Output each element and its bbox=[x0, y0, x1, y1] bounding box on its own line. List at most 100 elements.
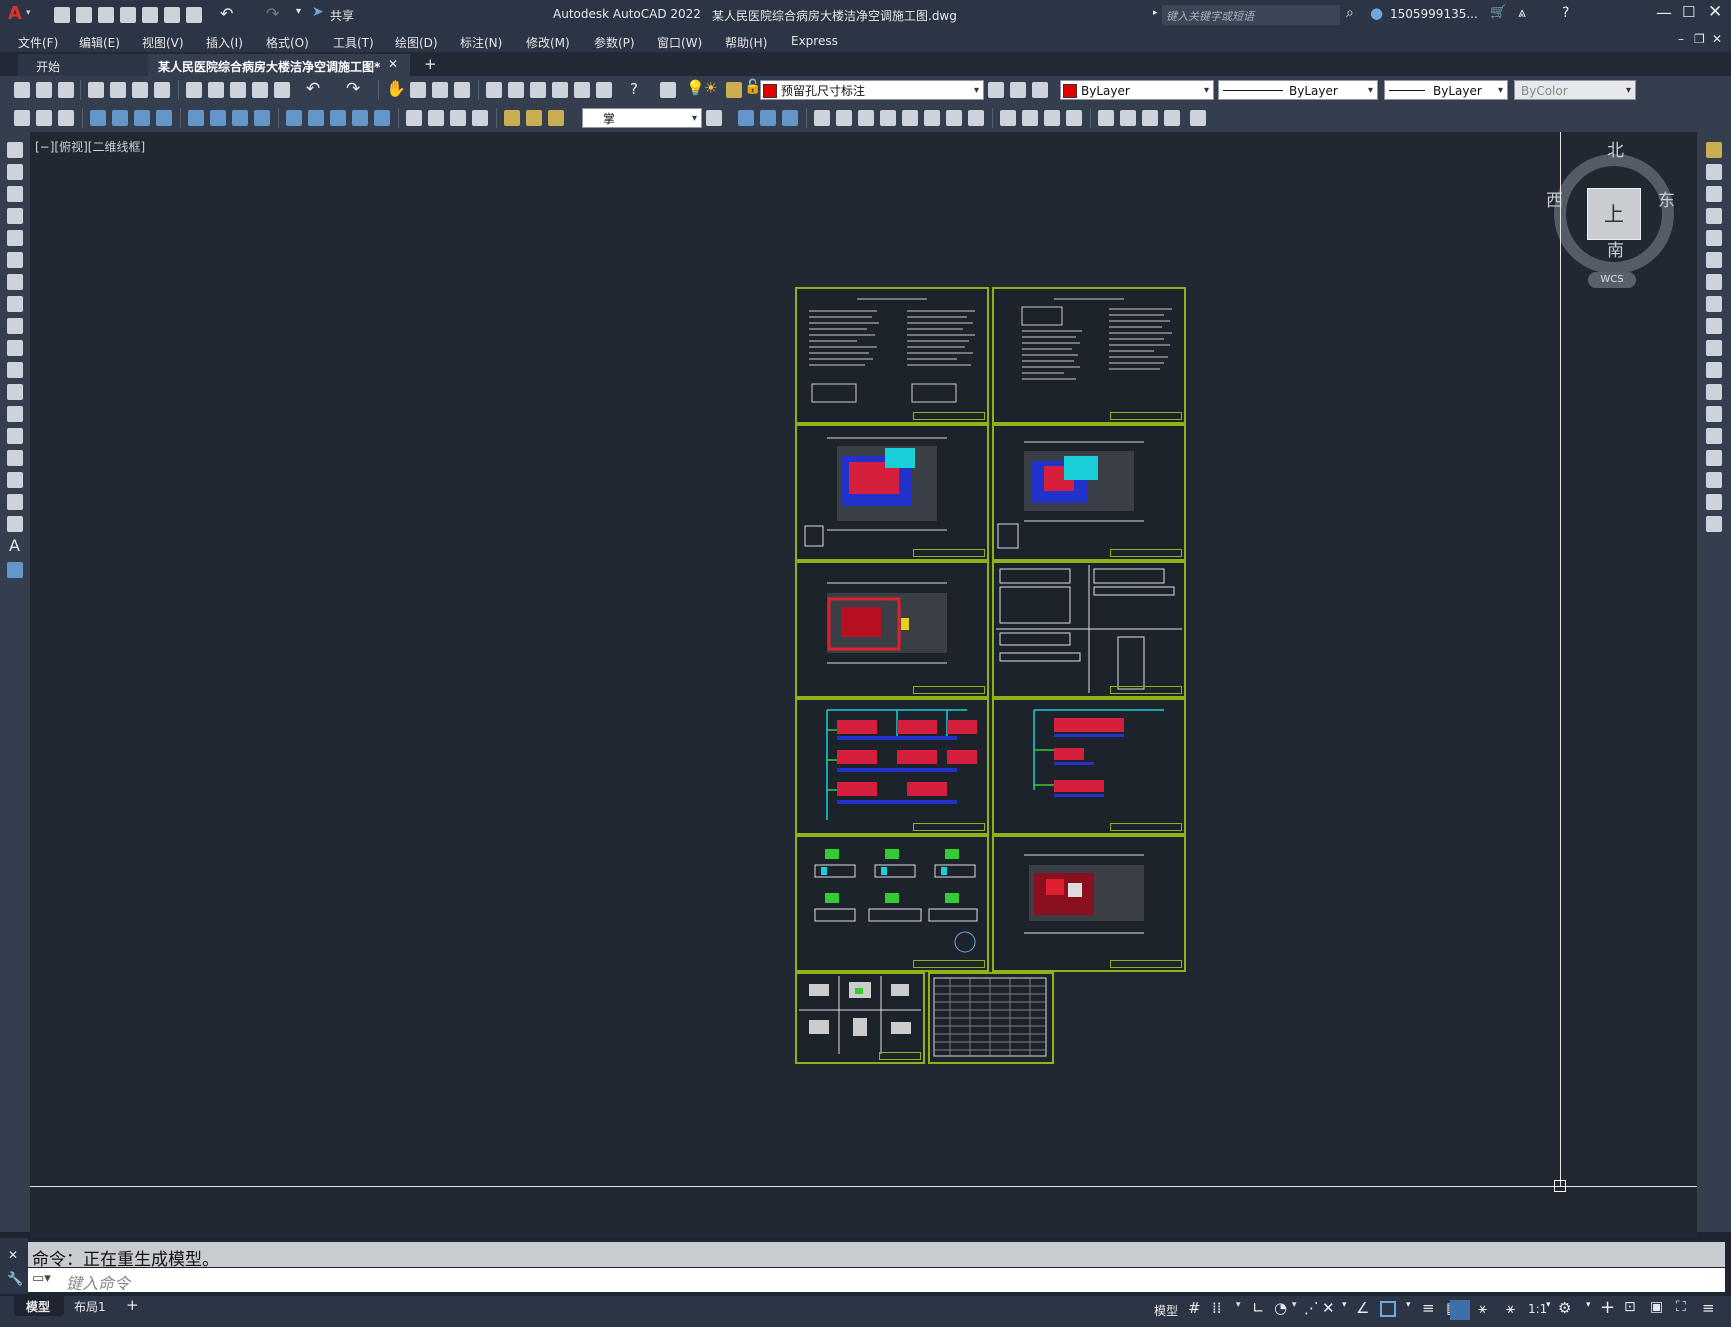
draworder-above-icon[interactable] bbox=[782, 110, 798, 126]
layer-unlock-icon[interactable]: 🔓 bbox=[744, 79, 761, 95]
polyline-icon[interactable] bbox=[7, 186, 23, 202]
block-editor-icon[interactable] bbox=[274, 82, 290, 98]
center-mark-icon[interactable] bbox=[428, 110, 444, 126]
lineweight-icon[interactable]: ∠ bbox=[1356, 1299, 1369, 1317]
sheet-install-details[interactable] bbox=[795, 972, 925, 1064]
modify-icon-9[interactable] bbox=[1098, 110, 1114, 126]
sheet-floor-plan-3[interactable] bbox=[795, 561, 989, 698]
calculator-icon[interactable] bbox=[596, 82, 612, 98]
customize-wrench-icon[interactable]: 🔧 bbox=[7, 1272, 23, 1287]
sheet-system-diagram-2[interactable] bbox=[992, 698, 1186, 835]
add-layout-plus-icon[interactable]: + bbox=[126, 1296, 139, 1314]
modify-icon-12[interactable] bbox=[1164, 110, 1180, 126]
modify-icon-2[interactable] bbox=[924, 110, 940, 126]
polar-icon[interactable]: ◔ bbox=[1274, 1299, 1287, 1317]
redo-icon[interactable]: ↷ bbox=[266, 4, 279, 23]
grid-icon[interactable]: # bbox=[1188, 1299, 1201, 1317]
undo-icon[interactable]: ↶ bbox=[220, 4, 233, 23]
polygon-icon[interactable] bbox=[7, 208, 23, 224]
join-icon[interactable] bbox=[1706, 428, 1722, 444]
dim-style-icon[interactable] bbox=[706, 110, 722, 126]
extend-icon[interactable] bbox=[1706, 362, 1722, 378]
preview-icon[interactable] bbox=[110, 82, 126, 98]
object-snap-icon[interactable] bbox=[1380, 1301, 1396, 1317]
dim-text-edit-icon[interactable] bbox=[526, 110, 542, 126]
search-input[interactable]: 键入关键字或短语 bbox=[1162, 5, 1340, 25]
cut-icon[interactable] bbox=[186, 82, 202, 98]
jogged-linear-icon[interactable] bbox=[472, 110, 488, 126]
continue-dim-icon[interactable] bbox=[330, 110, 346, 126]
open-web-icon[interactable] bbox=[142, 7, 158, 23]
recent-commands-icon[interactable]: ▭▾ bbox=[32, 1271, 51, 1286]
viewcube-top-face[interactable]: 上 bbox=[1587, 188, 1641, 240]
user-name[interactable]: 1505999135... bbox=[1390, 7, 1478, 21]
menu-dimension[interactable]: 标注(N) bbox=[460, 34, 502, 51]
search-icon[interactable]: ⌕ bbox=[1346, 5, 1354, 21]
menu-modify[interactable]: 修改(M) bbox=[526, 34, 570, 51]
viewport-controls-label[interactable]: [−][俯视][二维线框] bbox=[35, 138, 145, 155]
construction-line-icon[interactable] bbox=[7, 164, 23, 180]
select-similar-icon[interactable] bbox=[36, 110, 52, 126]
quick-dim-icon[interactable] bbox=[286, 110, 302, 126]
scale-value[interactable]: 1:1 bbox=[1528, 1302, 1547, 1316]
save-icon[interactable] bbox=[98, 7, 114, 23]
rectangle-icon[interactable] bbox=[7, 230, 23, 246]
chevron-down-icon[interactable]: ▾ bbox=[1236, 1300, 1241, 1310]
modify-icon-4[interactable] bbox=[968, 110, 984, 126]
aligned-dim-icon[interactable] bbox=[112, 110, 128, 126]
tab-model[interactable]: 模型 bbox=[14, 1296, 64, 1316]
autocad-logo[interactable]: A bbox=[8, 3, 22, 24]
share-button[interactable]: 共享 bbox=[330, 7, 354, 24]
redo-tb-icon[interactable]: ↷ bbox=[346, 79, 360, 99]
modify-icon-8[interactable] bbox=[1066, 110, 1082, 126]
quick-properties-status-icon[interactable]: ▣ bbox=[1650, 1299, 1663, 1315]
arc-length-icon[interactable] bbox=[134, 110, 150, 126]
units-icon[interactable]: ⊡ bbox=[1624, 1299, 1636, 1315]
layer-properties-icon[interactable] bbox=[660, 82, 676, 98]
chevron-down-icon[interactable]: ▾ bbox=[1586, 1300, 1591, 1310]
copy-icon[interactable] bbox=[208, 82, 224, 98]
line-icon[interactable] bbox=[7, 142, 23, 158]
spline-icon[interactable] bbox=[7, 318, 23, 334]
insert-block-icon[interactable] bbox=[7, 384, 23, 400]
quick-properties-icon[interactable] bbox=[58, 110, 74, 126]
tab-layout1[interactable]: 布局1 bbox=[66, 1296, 116, 1316]
menu-window[interactable]: 窗口(W) bbox=[657, 34, 702, 51]
menu-insert[interactable]: 插入(I) bbox=[206, 34, 243, 51]
text-front-icon[interactable] bbox=[814, 110, 830, 126]
menu-parametric[interactable]: 参数(P) bbox=[594, 34, 635, 51]
table-icon[interactable] bbox=[7, 516, 23, 532]
break-icon[interactable] bbox=[1706, 406, 1722, 422]
tolerance-icon[interactable] bbox=[406, 110, 422, 126]
inspect-icon[interactable] bbox=[450, 110, 466, 126]
transparency-icon[interactable]: ≡ bbox=[1422, 1299, 1435, 1317]
lineweight-dropdown[interactable]: ByLayer ▾ bbox=[1384, 80, 1508, 100]
auto-scale-icon[interactable]: ⚹ bbox=[1478, 1299, 1487, 1317]
dim-update-icon[interactable] bbox=[548, 110, 564, 126]
open-file-icon[interactable] bbox=[76, 7, 92, 23]
diameter-dim-icon[interactable] bbox=[232, 110, 248, 126]
dim-edit-icon[interactable] bbox=[504, 110, 520, 126]
close-icon[interactable]: ✕ bbox=[1708, 2, 1722, 22]
sheet-unit-details[interactable] bbox=[795, 835, 989, 972]
chevron-right-icon[interactable]: ▸ bbox=[1153, 8, 1158, 18]
doc-minimize-icon[interactable]: – bbox=[1678, 32, 1684, 46]
dims-front-icon[interactable] bbox=[836, 110, 852, 126]
layer-dropdown[interactable]: 预留孔尺寸标注 ▾ bbox=[760, 80, 984, 100]
menu-format[interactable]: 格式(O) bbox=[266, 34, 309, 51]
model-space-button[interactable]: 模型 bbox=[1154, 1302, 1178, 1319]
user-icon[interactable]: ● bbox=[1370, 4, 1383, 22]
fillet-icon[interactable] bbox=[1706, 472, 1722, 488]
isodraft-icon[interactable]: ⋰ bbox=[1304, 1299, 1319, 1317]
explode-icon[interactable] bbox=[1706, 516, 1722, 532]
menu-tools[interactable]: 工具(T) bbox=[333, 34, 374, 51]
rotate-icon[interactable] bbox=[1706, 274, 1722, 290]
annotation-visibility-icon[interactable] bbox=[1450, 1300, 1470, 1320]
layer-viewport-icon[interactable] bbox=[726, 82, 742, 98]
color-dropdown[interactable]: ByLayer ▾ bbox=[1060, 80, 1214, 100]
stretch-icon[interactable] bbox=[1706, 318, 1722, 334]
ordinate-dim-icon[interactable] bbox=[156, 110, 172, 126]
modify-icon-3[interactable] bbox=[946, 110, 962, 126]
zoom-previous-icon[interactable] bbox=[454, 82, 470, 98]
match-properties-icon[interactable] bbox=[252, 82, 268, 98]
